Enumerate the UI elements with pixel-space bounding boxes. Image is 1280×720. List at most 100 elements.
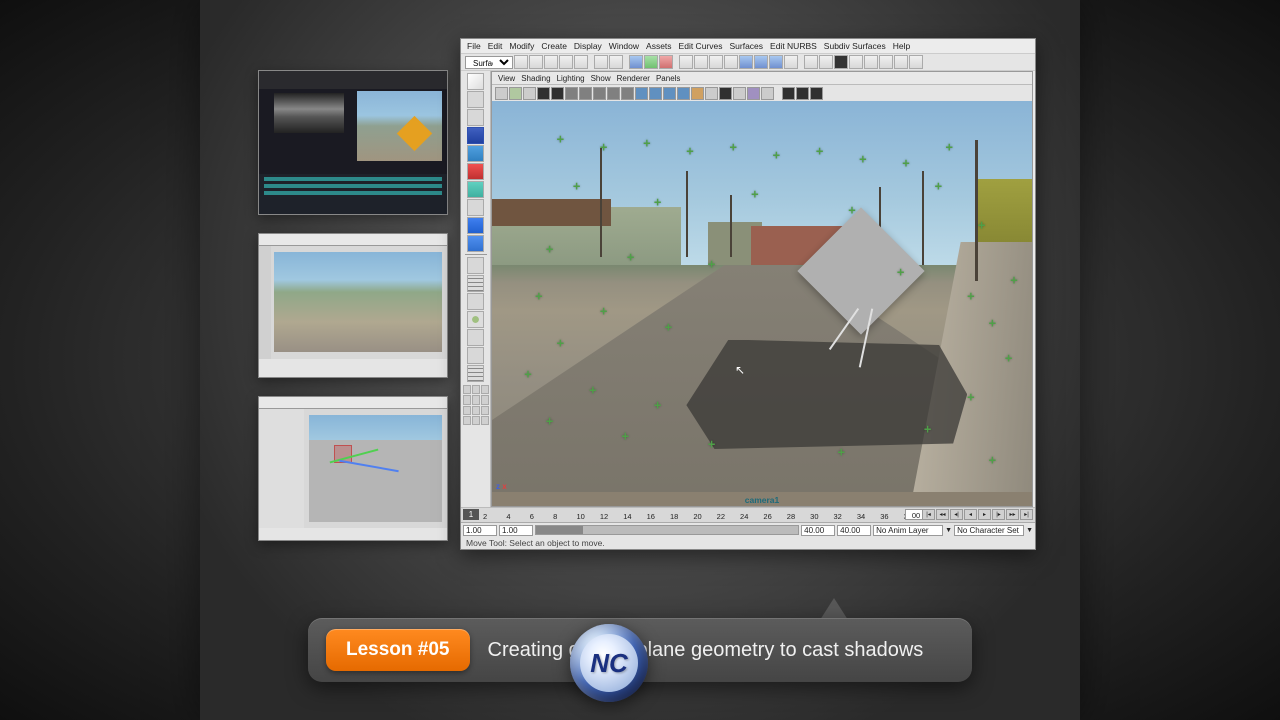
vp-renderer-icon[interactable] [810,87,823,100]
vp-shadows-icon[interactable] [691,87,704,100]
viewport-scene[interactable]: ++ ++ ++ ++ ++ ++ ++ ++ ++ ++ ++ ++ ++ +… [492,101,1032,492]
vp-menu-show[interactable]: Show [591,74,611,83]
persp-outliner-icon[interactable] [467,293,484,310]
mask-icon[interactable] [709,55,723,69]
vp-icon[interactable] [761,87,774,100]
snap-curve-icon[interactable] [754,55,768,69]
quick-layout-grid[interactable] [463,385,489,425]
vp-safe-title-icon[interactable] [621,87,634,100]
select-obj-icon[interactable] [644,55,658,69]
vp-smooth-shade-icon[interactable] [649,87,662,100]
vp-menu-panels[interactable]: Panels [656,74,680,83]
go-to-start-icon[interactable]: |◂ [922,509,935,520]
menu-assets[interactable]: Assets [644,41,674,51]
new-scene-icon[interactable] [544,55,558,69]
vp-field-chart-icon[interactable] [593,87,606,100]
move-tool-icon[interactable] [467,127,484,144]
four-view-icon[interactable] [467,275,484,292]
shelf-icon[interactable] [529,55,543,69]
scale-tool-icon[interactable] [467,163,484,180]
vp-film-gate-icon[interactable] [551,87,564,100]
playback-start-field[interactable]: 1.00 [499,525,533,536]
vp-menu-lighting[interactable]: Lighting [557,74,585,83]
menu-create[interactable]: Create [539,41,569,51]
vp-wireframe-icon[interactable] [635,87,648,100]
step-fwd-icon[interactable]: |▸ [992,509,1005,520]
select-comp-icon[interactable] [659,55,673,69]
layout-preset-icon[interactable] [467,365,484,382]
vp-renderer-icon[interactable] [796,87,809,100]
single-view-icon[interactable] [467,257,484,274]
last-tool-icon[interactable] [467,235,484,252]
show-manip-icon[interactable] [467,217,484,234]
mask-icon[interactable] [679,55,693,69]
construction-history-icon[interactable] [784,55,798,69]
shelf-icon[interactable] [879,55,893,69]
character-set-selector[interactable]: No Character Set [954,525,1024,536]
menu-set-selector[interactable]: Surfaces [465,56,513,69]
step-back-key-icon[interactable]: ◂◂ [936,509,949,520]
vp-xray-icon[interactable] [733,87,746,100]
undo-icon[interactable] [594,55,608,69]
menu-editnurbs[interactable]: Edit NURBS [768,41,819,51]
play-back-icon[interactable]: ◂ [964,509,977,520]
render-icon[interactable] [804,55,818,69]
anim-layer-selector[interactable]: No Anim Layer [873,525,943,536]
anim-end-field[interactable]: 40.00 [837,525,871,536]
vp-bookmark-icon[interactable] [509,87,522,100]
anim-start-field[interactable]: 1.00 [463,525,497,536]
open-icon[interactable] [559,55,573,69]
vp-select-cam-icon[interactable] [495,87,508,100]
range-slider[interactable] [535,525,799,535]
vp-hq-icon[interactable] [705,87,718,100]
vp-xray-joints-icon[interactable] [747,87,760,100]
menu-display[interactable]: Display [572,41,604,51]
layout-preset-icon[interactable] [467,347,484,364]
vp-menu-shading[interactable]: Shading [521,74,550,83]
menu-edit[interactable]: Edit [486,41,505,51]
play-fwd-icon[interactable]: ▸ [978,509,991,520]
vp-res-gate-icon[interactable] [565,87,578,100]
menu-subdiv[interactable]: Subdiv Surfaces [822,41,888,51]
shelf-icon[interactable] [514,55,528,69]
vp-image-plane-icon[interactable] [523,87,536,100]
go-to-end-icon[interactable]: ▸| [1020,509,1033,520]
menu-surfaces[interactable]: Surfaces [727,41,765,51]
rotate-tool-icon[interactable] [467,145,484,162]
select-hier-icon[interactable] [629,55,643,69]
universal-manip-icon[interactable] [467,181,484,198]
redo-icon[interactable] [609,55,623,69]
paint-select-tool-icon[interactable] [467,109,484,126]
playback-end-field[interactable]: 40.00 [801,525,835,536]
shelf-icon[interactable] [909,55,923,69]
shelf-icon[interactable] [894,55,908,69]
step-fwd-key-icon[interactable]: ▸▸ [1006,509,1019,520]
step-back-icon[interactable]: ◂| [950,509,963,520]
soft-mod-icon[interactable] [467,199,484,216]
menu-window[interactable]: Window [607,41,641,51]
menu-modify[interactable]: Modify [507,41,536,51]
menu-help[interactable]: Help [891,41,912,51]
vp-use-lights-icon[interactable] [677,87,690,100]
menu-editcurves[interactable]: Edit Curves [677,41,725,51]
vp-isolate-icon[interactable] [719,87,732,100]
time-slider[interactable]: 1 246810121416182022242628303234363840 0… [461,508,1035,523]
vp-safe-action-icon[interactable] [607,87,620,100]
persp-graph-icon[interactable] [467,329,484,346]
vp-textured-icon[interactable] [663,87,676,100]
ipr-icon[interactable] [819,55,833,69]
snap-point-icon[interactable] [769,55,783,69]
render-view-icon[interactable] [834,55,848,69]
hypershade-icon[interactable] [467,311,484,328]
vp-grid-icon[interactable] [537,87,550,100]
select-tool-icon[interactable] [467,73,484,90]
shelf-icon[interactable] [864,55,878,69]
save-icon[interactable] [574,55,588,69]
current-frame-marker[interactable]: 1 [463,509,479,520]
lasso-tool-icon[interactable] [467,91,484,108]
mask-icon[interactable] [724,55,738,69]
snap-grid-icon[interactable] [739,55,753,69]
mask-icon[interactable] [694,55,708,69]
vp-renderer-icon[interactable] [782,87,795,100]
vp-gate-mask-icon[interactable] [579,87,592,100]
